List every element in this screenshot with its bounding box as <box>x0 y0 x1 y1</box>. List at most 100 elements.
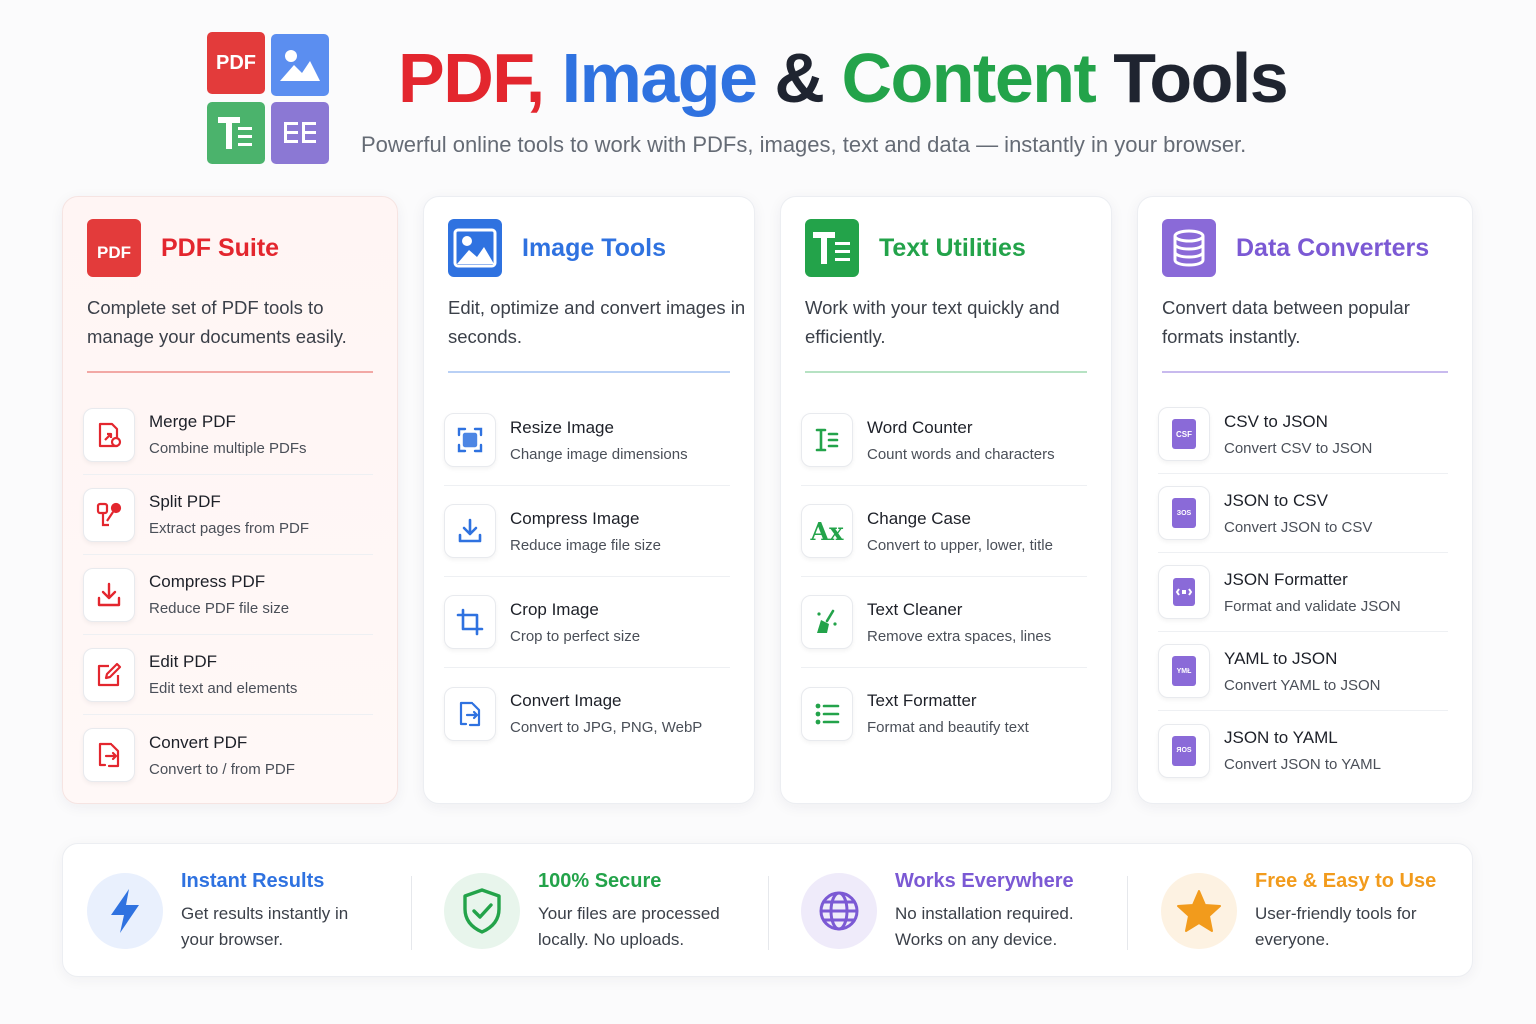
tool-text-cleaner[interactable]: Text Cleaner Remove extra spaces, lines <box>801 577 1087 668</box>
split-icon <box>83 487 135 542</box>
yaml-file-icon: YMŁ <box>1158 644 1210 698</box>
image-tools-card: Image Tools Edit, optimize and convert i… <box>423 196 755 804</box>
file-label: YMŁ <box>1176 667 1192 675</box>
tool-edit-pdf[interactable]: Edit PDF Edit text and elements <box>83 635 373 715</box>
database-icon <box>1162 219 1216 277</box>
pdf-file-icon: PDF <box>87 219 141 277</box>
card-description: Complete set of PDF tools to manage your… <box>87 297 347 347</box>
merge-icon <box>83 407 135 462</box>
tool-subtitle: Convert to upper, lower, title <box>867 536 1053 554</box>
card-title: Text Utilities <box>879 233 1026 262</box>
tool-json-formatter[interactable]: JSON Formatter Format and validate JSON <box>1158 553 1448 632</box>
tool-convert-pdf[interactable]: Convert PDF Convert to / from PDF <box>83 715 373 795</box>
title-pdf: PDF, <box>398 39 545 117</box>
tool-name: Text Formatter <box>867 691 977 710</box>
tool-resize-image[interactable]: Resize Image Change image dimensions <box>444 395 730 486</box>
tool-json-to-csv[interactable]: ЗОЅ JSON to CSV Convert JSON to CSV <box>1158 474 1448 553</box>
tool-subtitle: Convert JSON to CSV <box>1224 518 1373 536</box>
change-case-glyph: Aх <box>810 516 844 546</box>
card-description: Edit, optimize and convert images in sec… <box>448 297 746 347</box>
tool-json-to-yaml[interactable]: ЯОЅ JSON to YAML Convert JSON to YAML <box>1158 711 1448 790</box>
card-title: Data Converters <box>1236 233 1430 262</box>
feature-works-everywhere: Works Everywhere No installation require… <box>801 844 1095 978</box>
tool-name: Resize Image <box>510 417 614 437</box>
feature-title: Free & Easy to Use <box>1255 869 1437 892</box>
lightning-icon <box>87 873 163 949</box>
data-icon <box>271 102 329 164</box>
tool-name: JSON Formatter <box>1224 569 1348 589</box>
tool-change-case[interactable]: Aх Change Case Convert to upper, lower, … <box>801 486 1087 577</box>
globe-icon <box>801 873 877 949</box>
broom-icon <box>801 595 853 649</box>
app-logo: PDF <box>207 32 331 164</box>
csv-file-icon: CSF <box>1158 407 1210 461</box>
tool-name: JSON to CSV <box>1224 490 1328 510</box>
feature-description: Your files are processed locally. No upl… <box>538 903 720 949</box>
divider <box>411 876 412 950</box>
pdf-tile-label: PDF <box>216 51 256 74</box>
change-case-icon: Aх <box>801 504 853 558</box>
tool-text-formatter[interactable]: Text Formatter Format and beautify text <box>801 668 1087 759</box>
tool-subtitle: Count words and characters <box>867 445 1055 463</box>
card-header: Data Converters <box>1162 219 1429 277</box>
tool-subtitle: Convert to JPG, PNG, WebP <box>510 719 703 736</box>
title-image: Image <box>561 39 758 117</box>
divider <box>768 876 769 950</box>
tool-split-pdf[interactable]: Split PDF Extract pages from PDF <box>83 475 373 555</box>
text-utilities-card: Text Utilities Work with your text quick… <box>780 196 1112 804</box>
tool-subtitle: Reduce PDF file size <box>149 600 290 617</box>
feature-secure: 100% Secure Your files are processed loc… <box>444 844 738 978</box>
tool-yaml-to-json[interactable]: YMŁ YAML to JSON Convert YAML to JSON <box>1158 632 1448 711</box>
divider <box>805 371 1087 373</box>
tool-subtitle: Change image dimensions <box>510 445 688 463</box>
feature-description: No installation required. Works on any d… <box>895 903 1074 949</box>
tool-subtitle: Convert JSON to YAML <box>1224 756 1382 773</box>
tool-convert-image[interactable]: Convert Image Convert to JPG, PNG, WebP <box>444 668 730 759</box>
tool-compress-pdf[interactable]: Compress PDF Reduce PDF file size <box>83 555 373 635</box>
tool-subtitle: Crop to perfect size <box>510 627 641 645</box>
tool-name: Merge PDF <box>149 412 236 431</box>
tool-subtitle: Combine multiple PDFs <box>149 440 307 457</box>
tool-name: Text Cleaner <box>867 599 963 619</box>
card-header: Image Tools <box>448 219 666 277</box>
convert-icon <box>83 728 135 782</box>
file-label: ЯОЅ <box>1176 747 1192 754</box>
list-format-icon <box>801 686 853 741</box>
download-icon <box>444 504 496 558</box>
pdf-icon: PDF <box>207 32 265 94</box>
tool-name: Change Case <box>867 508 971 528</box>
file-label: CSF <box>1176 429 1192 439</box>
tool-subtitle: Format and validate JSON <box>1224 597 1401 615</box>
tool-compress-image[interactable]: Compress Image Reduce image file size <box>444 486 730 577</box>
pdf-suite-card: PDF PDF Suite Complete set of PDF tools … <box>62 196 398 804</box>
card-title: Image Tools <box>522 233 667 262</box>
tool-name: Word Counter <box>867 417 973 437</box>
tool-merge-pdf[interactable]: Merge PDF Combine multiple PDFs <box>83 395 373 475</box>
pdf-file-icon-label: PDF <box>97 243 131 262</box>
image-icon <box>448 219 502 277</box>
title-content: Content <box>841 39 1096 117</box>
tool-csv-to-json[interactable]: CSF CSV to JSON Convert CSV to JSON <box>1158 395 1448 474</box>
tool-subtitle: Reduce image file size <box>510 536 661 554</box>
tool-name: Convert Image <box>510 691 622 710</box>
convert-icon <box>444 686 496 741</box>
tool-list: Resize Image Change image dimensions Com… <box>444 395 730 759</box>
tool-crop-image[interactable]: Crop Image Crop to perfect size <box>444 577 730 668</box>
tool-name: Compress PDF <box>149 572 266 591</box>
tool-subtitle: Format and beautify text <box>867 719 1029 736</box>
divider <box>448 371 730 373</box>
image-icon <box>271 34 329 96</box>
tool-subtitle: Convert YAML to JSON <box>1224 676 1381 694</box>
tool-word-counter[interactable]: Word Counter Count words and characters <box>801 395 1087 486</box>
tool-list: Merge PDF Combine multiple PDFs Split PD… <box>83 395 373 795</box>
page-title: PDF, Image & Content Tools <box>398 36 1289 120</box>
feature-instant-results: Instant Results Get results instantly in… <box>87 844 381 978</box>
tool-name: JSON to YAML <box>1224 728 1338 747</box>
tool-name: Compress Image <box>510 508 640 528</box>
tool-name: YAML to JSON <box>1224 648 1338 668</box>
json-file-icon: ЯОЅ <box>1158 723 1210 778</box>
tool-subtitle: Extract pages from PDF <box>149 520 310 537</box>
file-label: ЗОЅ <box>1176 509 1192 517</box>
text-icon <box>805 219 859 277</box>
star-icon <box>1161 873 1237 949</box>
